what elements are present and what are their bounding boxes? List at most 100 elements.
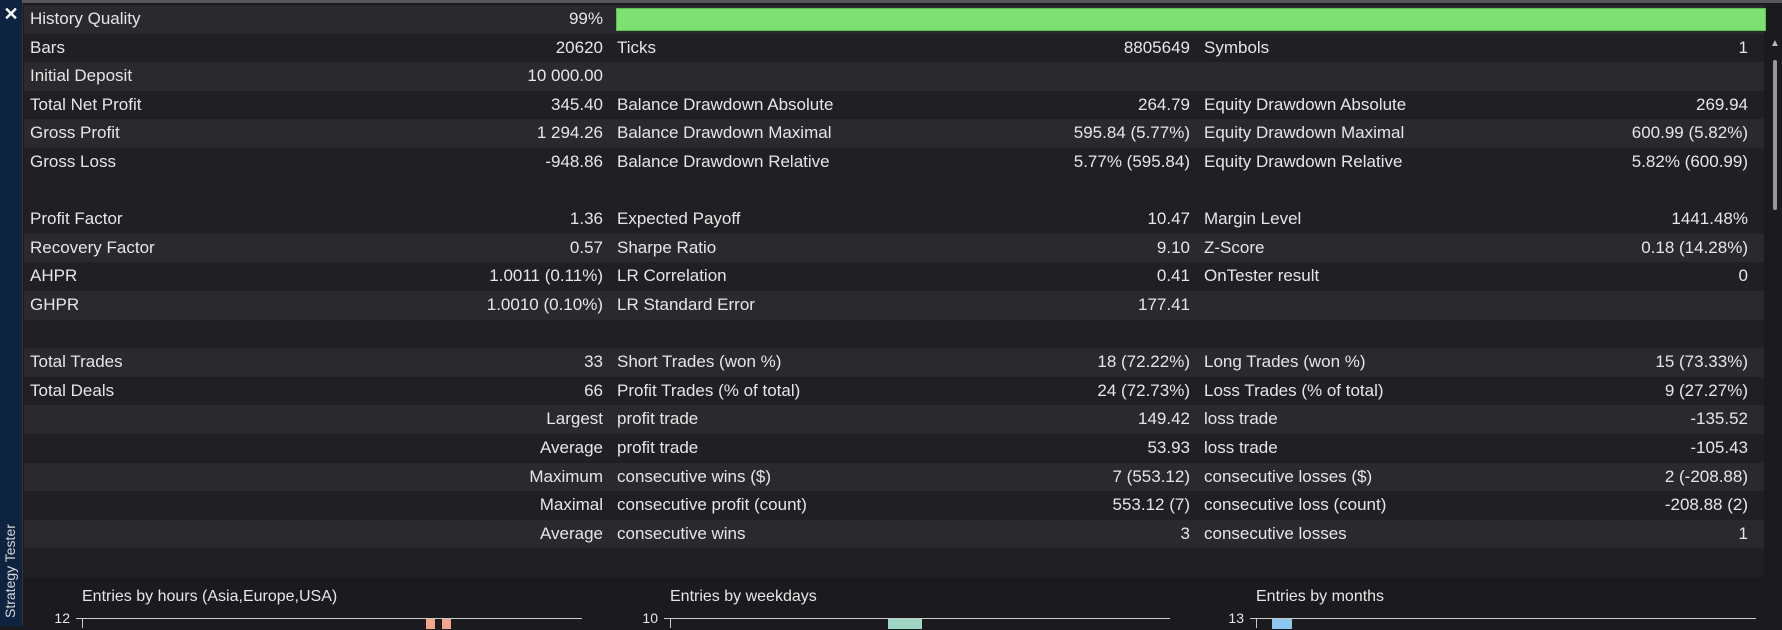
chart-ytick: 10 xyxy=(642,610,658,626)
stat-label-2: Sharpe Ratio xyxy=(617,237,717,257)
chart-title: Entries by hours (Asia,Europe,USA) xyxy=(82,588,338,605)
stat-label-1: Gross Loss xyxy=(30,151,116,171)
chart-y-axis xyxy=(82,618,83,628)
stat-value-3: 0.18 (14.28%) xyxy=(1641,237,1748,257)
chart-axis-line xyxy=(76,618,582,619)
stat-label-3: loss trade xyxy=(1204,437,1278,457)
stat-label-1: Total Deals xyxy=(30,380,115,400)
spacer-row xyxy=(24,176,1764,206)
stat-value-2: 553.12 (7) xyxy=(1112,495,1191,515)
stat-label-2: consecutive wins xyxy=(617,523,746,543)
stat-value-3: 15 (73.33%) xyxy=(1655,352,1748,372)
scroll-up-icon[interactable]: ▲ xyxy=(1768,38,1782,49)
stat-value-3: 269.94 xyxy=(1696,94,1748,114)
stat-value-1: 345.40 xyxy=(551,94,603,114)
stat-value-2: 149.42 xyxy=(1138,409,1190,429)
stat-label-3: OnTester result xyxy=(1204,266,1320,286)
stat-label-2: profit trade xyxy=(617,437,699,457)
stat-label-3: Equity Drawdown Maximal xyxy=(1204,123,1405,143)
stats-row: Maximum consecutive wins ($) 7 (553.12) con… xyxy=(24,462,1764,492)
stat-value-1: 1 294.26 xyxy=(536,123,603,143)
stat-label-2: LR Correlation xyxy=(617,266,727,286)
stat-value-1: -948.86 xyxy=(545,151,603,171)
stat-value-2: 53.93 xyxy=(1147,437,1190,457)
stats-row: Maximal consecutive profit (count) 553.12 … xyxy=(24,491,1764,520)
stat-value-1: Largest xyxy=(546,409,603,429)
stat-value-3: 5.82% (600.99) xyxy=(1631,151,1748,171)
stat-label-1: Initial Deposit xyxy=(30,66,133,86)
chart-ytick: 12 xyxy=(54,610,70,626)
entries-by-weekdays-chart: Entries by weekdays 10 xyxy=(610,582,1170,629)
stat-value-2: 7 (553.12) xyxy=(1112,466,1191,486)
stat-value-1: Average xyxy=(539,437,603,457)
vertical-scrollbar[interactable]: ▲ xyxy=(1768,30,1782,630)
panel-title: Strategy Tester xyxy=(2,524,18,618)
stat-label-3: Loss Trades (% of total) xyxy=(1204,380,1384,400)
strategy-tester-sidebar: ✕ Strategy Tester xyxy=(0,0,23,626)
stat-value-1: 1.36 xyxy=(569,209,603,229)
stats-row: Average consecutive wins 3 consecutive loss… xyxy=(24,519,1764,549)
stats-row: Profit Factor 1.36 Expected Payoff 10.47 Mar… xyxy=(24,205,1764,234)
stat-label-2: profit trade xyxy=(617,409,699,429)
stat-value-1: 1.0011 (0.11%) xyxy=(489,266,603,286)
chart-ytick: 13 xyxy=(1228,610,1244,626)
stats-row: Average profit trade 53.93 loss trade -105.4… xyxy=(24,433,1764,463)
chart-axis-line xyxy=(1250,618,1756,619)
history-quality-label: History Quality xyxy=(30,9,141,28)
stat-value-1: 66 xyxy=(584,380,603,400)
stat-label-3: consecutive losses xyxy=(1204,523,1347,543)
stat-label-3: Symbols xyxy=(1204,37,1270,57)
stats-row: Total Deals 66 Profit Trades (% of total) 2… xyxy=(24,376,1764,406)
stat-value-1: 20620 xyxy=(555,37,603,57)
chart-bar xyxy=(1272,619,1292,629)
stat-value-1: 1.0010 (0.10%) xyxy=(486,294,603,314)
stat-label-3: Margin Level xyxy=(1204,209,1302,229)
stat-label-1: Recovery Factor xyxy=(30,237,155,257)
chart-y-axis xyxy=(670,618,671,628)
stat-label-3: consecutive loss (count) xyxy=(1204,495,1387,515)
stat-label-1: Profit Factor xyxy=(30,209,123,229)
stats-row: Total Trades 33 Short Trades (won %) 18 (72… xyxy=(24,348,1764,377)
chart-title: Entries by weekdays xyxy=(670,588,817,605)
stat-value-3: 2 (-208.88) xyxy=(1664,466,1748,486)
stat-value-2: 24 (72.73%) xyxy=(1097,380,1190,400)
stat-value-2: 8805649 xyxy=(1123,37,1190,57)
stat-label-2: consecutive profit (count) xyxy=(617,495,807,515)
stat-value-3: 9 (27.27%) xyxy=(1664,380,1748,400)
history-quality-row: History Quality 99% xyxy=(24,5,1766,34)
stats-row: Gross Loss -948.86 Balance Drawdown Relati… xyxy=(24,147,1764,177)
stat-value-3: -208.88 (2) xyxy=(1664,495,1748,515)
stats-row: Recovery Factor 0.57 Sharpe Ratio 9.10 Z-Sco… xyxy=(24,233,1764,263)
stat-value-3: 1441.48% xyxy=(1671,209,1748,229)
stat-label-2: Balance Drawdown Maximal xyxy=(617,123,832,143)
stat-label-2: Balance Drawdown Absolute xyxy=(617,94,834,114)
stat-value-2: 264.79 xyxy=(1138,94,1190,114)
stat-label-2: Short Trades (won %) xyxy=(617,352,782,372)
chart-bar xyxy=(442,619,451,629)
stat-value-3: 0 xyxy=(1738,266,1748,286)
history-quality-bar xyxy=(616,8,1766,31)
scrollbar-thumb[interactable] xyxy=(1773,60,1777,210)
stat-label-2: Balance Drawdown Relative xyxy=(617,151,830,171)
stat-value-2: 10.47 xyxy=(1147,209,1190,229)
close-icon[interactable]: ✕ xyxy=(0,4,22,24)
stat-value-2: 5.77% (595.84) xyxy=(1073,151,1190,171)
stat-label-3: consecutive losses ($) xyxy=(1204,466,1373,486)
stat-value-2: 3 xyxy=(1180,523,1190,543)
chart-bar xyxy=(426,619,435,629)
stats-row: Total Net Profit 345.40 Balance Drawdown A… xyxy=(24,90,1764,120)
stat-label-1: Bars xyxy=(30,37,65,57)
spacer-row xyxy=(24,548,1764,577)
chart-bar xyxy=(888,619,922,629)
stats-row: Initial Deposit 10 000.00 xyxy=(24,62,1764,91)
stat-label-2: LR Standard Error xyxy=(617,294,755,314)
stat-label-1: AHPR xyxy=(30,266,78,286)
stat-value-3: 1 xyxy=(1738,37,1748,57)
stat-value-3: -105.43 xyxy=(1690,437,1748,457)
stat-value-1: Average xyxy=(539,523,603,543)
stats-row: GHPR 1.0010 (0.10%) LR Standard Error 177.4… xyxy=(24,290,1764,320)
stat-label-2: Ticks xyxy=(617,37,657,57)
stat-value-3: 600.99 (5.82%) xyxy=(1631,123,1748,143)
stats-row: Bars 20620 Ticks 8805649 Symbols 1 xyxy=(24,33,1764,63)
history-quality-value: 99% xyxy=(568,9,603,28)
